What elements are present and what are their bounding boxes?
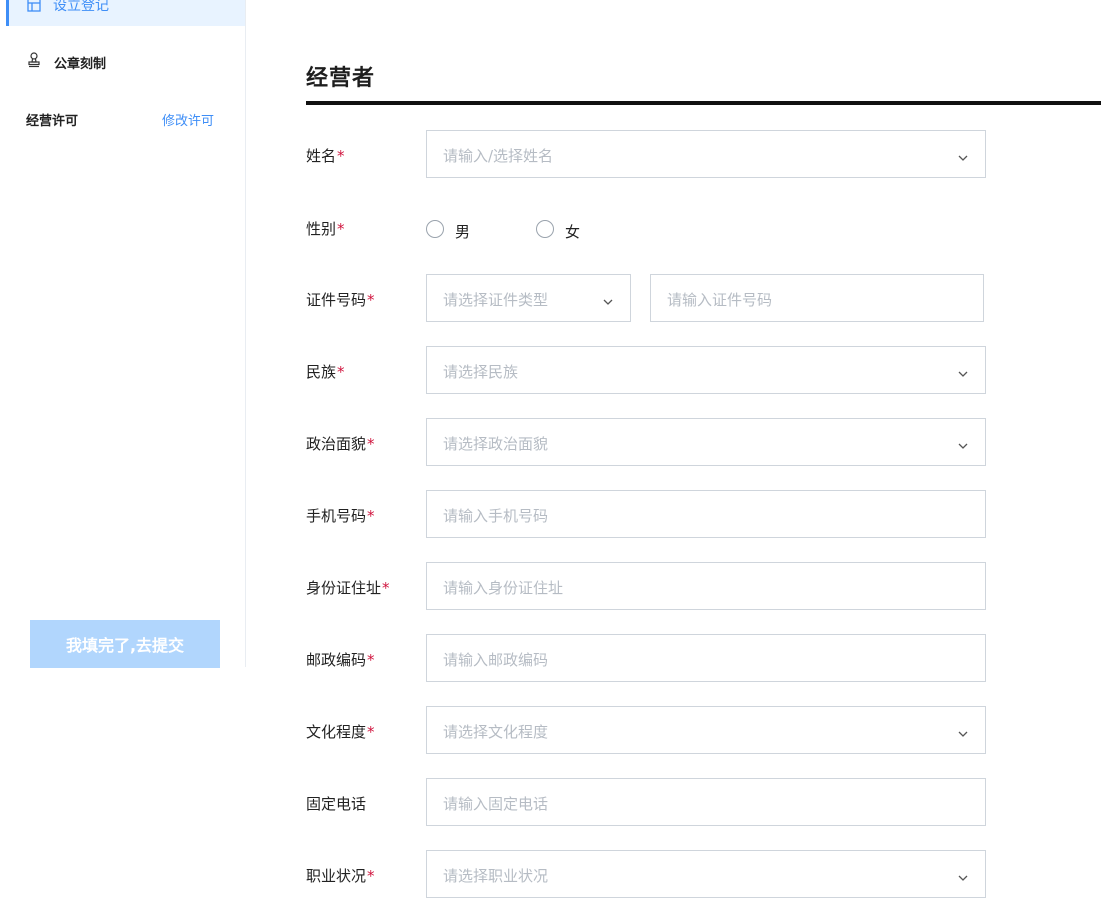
field-label: 民族* xyxy=(306,363,345,381)
form-row-id-address: 身份证住址* 请输入身份证住址 xyxy=(306,562,1101,610)
education-select[interactable]: 请选择文化程度 xyxy=(426,706,986,754)
field-label: 固定电话 xyxy=(306,795,367,813)
modify-permit-link[interactable]: 修改许可 xyxy=(162,110,214,129)
required-asterisk: * xyxy=(337,147,345,165)
radio-label: 男 xyxy=(455,223,471,241)
radio-circle[interactable] xyxy=(426,220,444,238)
field-label: 政治面貌* xyxy=(306,435,375,453)
field-label: 手机号码* xyxy=(306,507,375,525)
radio-label: 女 xyxy=(565,223,581,241)
field-label: 证件号码* xyxy=(306,291,375,309)
required-asterisk: * xyxy=(367,651,375,669)
id-address-input[interactable]: 请输入身份证住址 xyxy=(426,562,986,610)
form-row-id-number: 证件号码* 请选择证件类型 请输入证件号码 xyxy=(306,274,1101,322)
page-title: 经营者 xyxy=(306,66,376,91)
placeholder: 请选择政治面貌 xyxy=(443,435,549,453)
chevron-down-icon xyxy=(957,149,969,161)
submit-button[interactable]: 我填完了,去提交 xyxy=(30,620,220,668)
landline-input[interactable]: 请输入固定电话 xyxy=(426,778,986,826)
required-asterisk: * xyxy=(367,435,375,453)
chevron-down-icon xyxy=(957,437,969,449)
required-asterisk: * xyxy=(367,723,375,741)
placeholder: 请输入证件号码 xyxy=(667,291,773,309)
chevron-down-icon xyxy=(957,869,969,881)
form-row-name: 姓名* 请输入/选择姓名 xyxy=(306,130,1101,178)
chevron-down-icon xyxy=(957,365,969,377)
placeholder: 请输入邮政编码 xyxy=(443,651,549,669)
id-number-input[interactable]: 请输入证件号码 xyxy=(650,274,984,322)
postcode-input[interactable]: 请输入邮政编码 xyxy=(426,634,986,682)
field-label: 文化程度* xyxy=(306,723,375,741)
title-divider xyxy=(306,101,1101,105)
chevron-down-icon xyxy=(602,293,614,305)
placeholder: 请选择证件类型 xyxy=(443,291,549,309)
business-permit-heading: 经营许可 xyxy=(26,114,79,129)
sidebar-item-label: 公章刻制 xyxy=(54,57,107,72)
chevron-down-icon xyxy=(957,725,969,737)
form-row-gender: 性别* 男 女 xyxy=(306,206,1101,254)
form-row-landline: 固定电话 请输入固定电话 xyxy=(306,778,1101,826)
required-asterisk: * xyxy=(382,579,390,597)
placeholder: 请输入手机号码 xyxy=(443,507,549,525)
required-asterisk: * xyxy=(367,867,375,885)
field-label: 邮政编码* xyxy=(306,651,375,669)
form-row-postcode: 邮政编码* 请输入邮政编码 xyxy=(306,634,1101,682)
field-label: 职业状况* xyxy=(306,867,375,885)
field-label: 姓名* xyxy=(306,147,345,165)
required-asterisk: * xyxy=(337,363,345,381)
field-label: 性别* xyxy=(306,220,345,238)
political-status-select[interactable]: 请选择政治面貌 xyxy=(426,418,986,466)
name-select[interactable]: 请输入/选择姓名 xyxy=(426,130,986,178)
placeholder: 请输入/选择姓名 xyxy=(443,147,554,165)
placeholder: 请选择职业状况 xyxy=(443,867,549,885)
required-asterisk: * xyxy=(337,220,345,238)
mobile-input[interactable]: 请输入手机号码 xyxy=(426,490,986,538)
form-row-mobile: 手机号码* 请输入手机号码 xyxy=(306,490,1101,538)
id-type-select[interactable]: 请选择证件类型 xyxy=(426,274,631,322)
stamp-icon xyxy=(26,52,42,68)
sidebar-item-label: 设立登记 xyxy=(53,0,109,14)
placeholder: 请选择文化程度 xyxy=(443,723,549,741)
radio-circle[interactable] xyxy=(536,220,554,238)
required-asterisk: * xyxy=(367,291,375,309)
ethnicity-select[interactable]: 请选择民族 xyxy=(426,346,986,394)
placeholder: 请选择民族 xyxy=(443,363,519,381)
placeholder: 请输入身份证住址 xyxy=(443,579,564,597)
field-label: 身份证住址* xyxy=(306,579,390,597)
sidebar-item-establish-registration[interactable]: 设立登记 xyxy=(6,0,245,26)
required-asterisk: * xyxy=(367,507,375,525)
form-row-political-status: 政治面貌* 请选择政治面貌 xyxy=(306,418,1101,466)
form-row-education: 文化程度* 请选择文化程度 xyxy=(306,706,1101,754)
placeholder: 请输入固定电话 xyxy=(443,795,549,813)
form-icon xyxy=(27,0,41,12)
sidebar: 设立登记 公章刻制 经营许可 修改许可 我填完了,去提交 xyxy=(0,0,246,668)
form-row-ethnicity: 民族* 请选择民族 xyxy=(306,346,1101,394)
